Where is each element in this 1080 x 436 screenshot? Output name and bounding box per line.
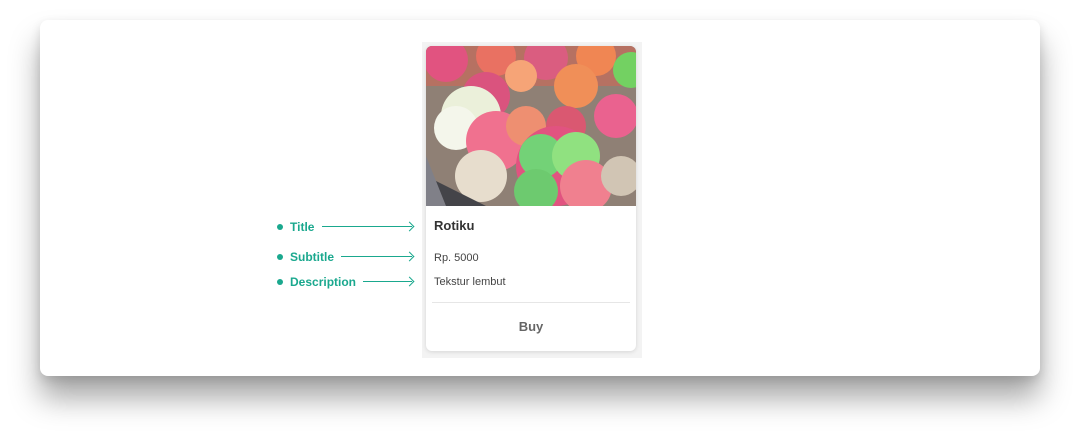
buy-button[interactable]: Buy	[426, 304, 636, 350]
canvas: Title Subtitle Description Rotiku Rp. 50…	[40, 20, 1040, 376]
description-callout-label: Description	[290, 275, 357, 289]
description-callout-arrow	[363, 281, 412, 282]
title-callout-dot	[277, 224, 283, 230]
subtitle-callout-dot	[277, 254, 283, 260]
card-description: Tekstur lembut	[434, 276, 506, 288]
subtitle-callout-arrow	[341, 256, 412, 257]
card-subtitle: Rp. 5000	[434, 252, 479, 264]
card-divider	[432, 302, 630, 303]
card-frame: Rotiku Rp. 5000 Tekstur lembut Buy	[422, 42, 642, 358]
card-title: Rotiku	[434, 218, 475, 233]
title-callout-label: Title	[290, 220, 315, 234]
description-callout-dot	[277, 279, 283, 285]
title-callout: Title	[277, 219, 412, 235]
title-callout-arrow	[322, 226, 412, 227]
food-photo-image	[426, 46, 636, 206]
subtitle-callout-label: Subtitle	[290, 250, 334, 264]
food-photo-icon	[426, 46, 636, 206]
product-card[interactable]: Rotiku Rp. 5000 Tekstur lembut Buy	[426, 46, 636, 351]
description-callout: Description	[277, 274, 412, 290]
subtitle-callout: Subtitle	[277, 249, 412, 265]
